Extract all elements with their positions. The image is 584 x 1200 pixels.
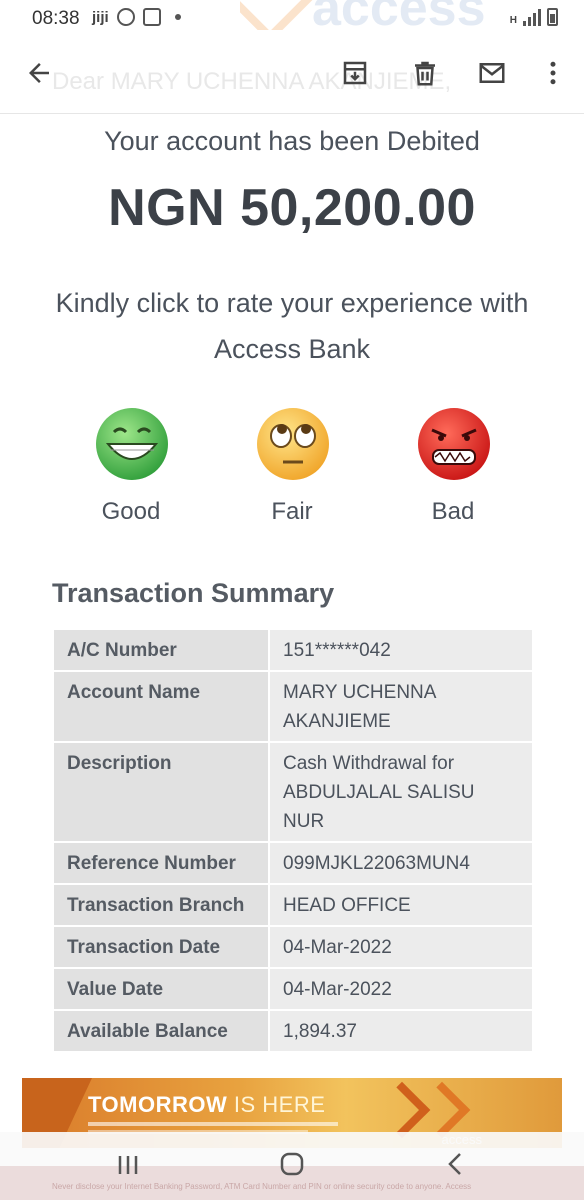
row-value: 151******042 [268,628,534,672]
eye-roll-face-icon[interactable] [255,406,331,482]
transaction-summary-title: Transaction Summary [52,578,335,608]
status-bar: 08:38 jiji H [0,0,584,36]
row-key: Description [52,741,270,843]
rating-fair-label[interactable]: Fair [232,498,352,526]
archive-icon[interactable] [340,58,370,88]
table-row: Account Name MARY UCHENNA AKANJIEME [52,670,534,743]
email-toolbar: Dear MARY UCHENNA AKANJIEME, [0,36,584,114]
transaction-summary-table: A/C Number 151******042 Account Name MAR… [52,628,534,1053]
table-row: Available Balance 1,894.37 [52,1009,534,1053]
checkbox-icon [142,8,161,26]
table-row: Description Cash Withdrawal for ABDULJAL… [52,741,534,843]
angry-face-icon[interactable] [416,406,492,482]
row-value: Cash Withdrawal for ABDULJALAL SALISU NU… [268,741,534,843]
row-key: Value Date [52,967,270,1011]
rate-prompt: Kindly click to rate your experience wit… [55,288,529,364]
recents-icon[interactable] [108,1150,148,1180]
delete-icon[interactable] [410,58,440,88]
more-vert-icon[interactable] [538,58,568,88]
row-value: MARY UCHENNA AKANJIEME [268,670,534,743]
rating-bad-label[interactable]: Bad [393,498,513,526]
footer-disclaimer: Never disclose your Internet Banking Pas… [52,1182,472,1191]
table-row: Reference Number 099MJKL22063MUN4 [52,841,534,885]
status-app-icons: jiji [92,8,181,26]
row-value: 1,894.37 [268,1009,534,1053]
email-subject-faded: Dear MARY UCHENNA AKANJIEME, [52,68,452,95]
table-row: Value Date 04-Mar-2022 [52,967,534,1011]
row-key: Transaction Branch [52,883,270,927]
status-time: 08:38 [32,8,80,29]
row-value: 099MJKL22063MUN4 [268,841,534,885]
mail-icon[interactable] [477,58,507,88]
debit-amount: NGN 50,200.00 [108,179,476,237]
banner-headline: TOMORROW IS HERE [88,1092,326,1117]
row-key: Account Name [52,670,270,743]
debit-notice: Your account has been Debited [104,126,480,156]
rating-good-label[interactable]: Good [71,498,191,526]
row-value: HEAD OFFICE [268,883,534,927]
chrome-icon [116,8,135,26]
battery-icon [547,8,558,26]
table-row: Transaction Branch HEAD OFFICE [52,883,534,927]
row-key: Transaction Date [52,925,270,969]
back-arrow-icon[interactable] [24,58,54,88]
row-key: Reference Number [52,841,270,885]
home-icon[interactable] [272,1150,312,1180]
table-row: A/C Number 151******042 [52,628,534,672]
grinning-face-icon[interactable] [94,406,170,482]
table-row: Transaction Date 04-Mar-2022 [52,925,534,969]
network-type-label: H [509,15,517,26]
back-icon[interactable] [436,1150,476,1180]
status-system-icons: H [510,8,558,26]
row-key: A/C Number [52,628,270,672]
jiji-icon: jiji [92,8,109,26]
signal-icon [523,8,541,26]
row-key: Available Balance [52,1009,270,1053]
row-value: 04-Mar-2022 [268,925,534,969]
notification-dot-icon [174,14,181,20]
system-nav-bar: Never disclose your Internet Banking Pas… [0,1132,584,1200]
row-value: 04-Mar-2022 [268,967,534,1011]
